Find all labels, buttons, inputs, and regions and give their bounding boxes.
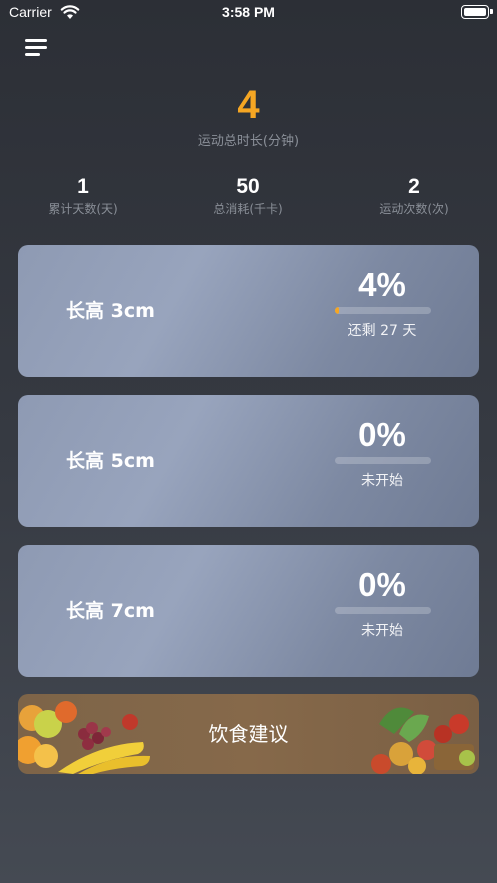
goal-status: 未开始 <box>361 623 403 639</box>
goal-title: 长高 5cm <box>66 450 155 472</box>
goal-card-7cm[interactable]: 长高 7cm 0% 未开始 <box>18 545 479 677</box>
goal-percent: 0% <box>358 566 406 603</box>
stat-cumulative-days: 1 累计天数(天) <box>23 174 143 217</box>
goal-status: 还剩 27 天 <box>347 323 417 339</box>
total-duration-value: 4 <box>237 83 260 127</box>
stat-label: 总消耗(千卡) <box>213 202 283 216</box>
status-bar: Carrier 3:58 PM <box>0 0 497 26</box>
stat-value: 1 <box>77 175 89 198</box>
goal-progress-bar <box>335 307 431 314</box>
goal-percent: 4% <box>358 266 406 303</box>
diet-advice-label: 饮食建议 <box>208 722 289 746</box>
stats-row: 1 累计天数(天) 50 总消耗(千卡) 2 运动次数(次) <box>0 174 497 218</box>
goal-status: 未开始 <box>361 473 403 489</box>
stat-value: 2 <box>408 175 420 198</box>
goal-percent: 0% <box>358 416 406 453</box>
stat-label: 运动次数(次) <box>379 202 449 216</box>
goal-progress-fill <box>335 307 339 314</box>
goal-progress-bar <box>335 607 431 614</box>
stat-total-calories: 50 总消耗(千卡) <box>188 174 308 217</box>
goal-progress-bar <box>335 457 431 464</box>
goal-card-3cm[interactable]: 长高 3cm 4% 还剩 27 天 <box>18 245 479 377</box>
goal-card-5cm[interactable]: 长高 5cm 0% 未开始 <box>18 395 479 527</box>
total-exercise-duration: 4 运动总时长(分钟) <box>0 82 497 149</box>
diet-advice-banner[interactable]: 饮食建议 <box>18 694 479 774</box>
stat-exercise-count: 2 运动次数(次) <box>354 174 474 217</box>
clock-time: 3:58 PM <box>222 4 275 20</box>
hamburger-menu-icon[interactable] <box>25 39 47 57</box>
goal-title: 长高 3cm <box>66 300 155 322</box>
goal-title: 长高 7cm <box>66 600 155 622</box>
stat-label: 累计天数(天) <box>48 202 118 216</box>
total-duration-label: 运动总时长(分钟) <box>197 134 300 149</box>
battery-icon <box>461 5 493 19</box>
stat-value: 50 <box>236 175 260 198</box>
